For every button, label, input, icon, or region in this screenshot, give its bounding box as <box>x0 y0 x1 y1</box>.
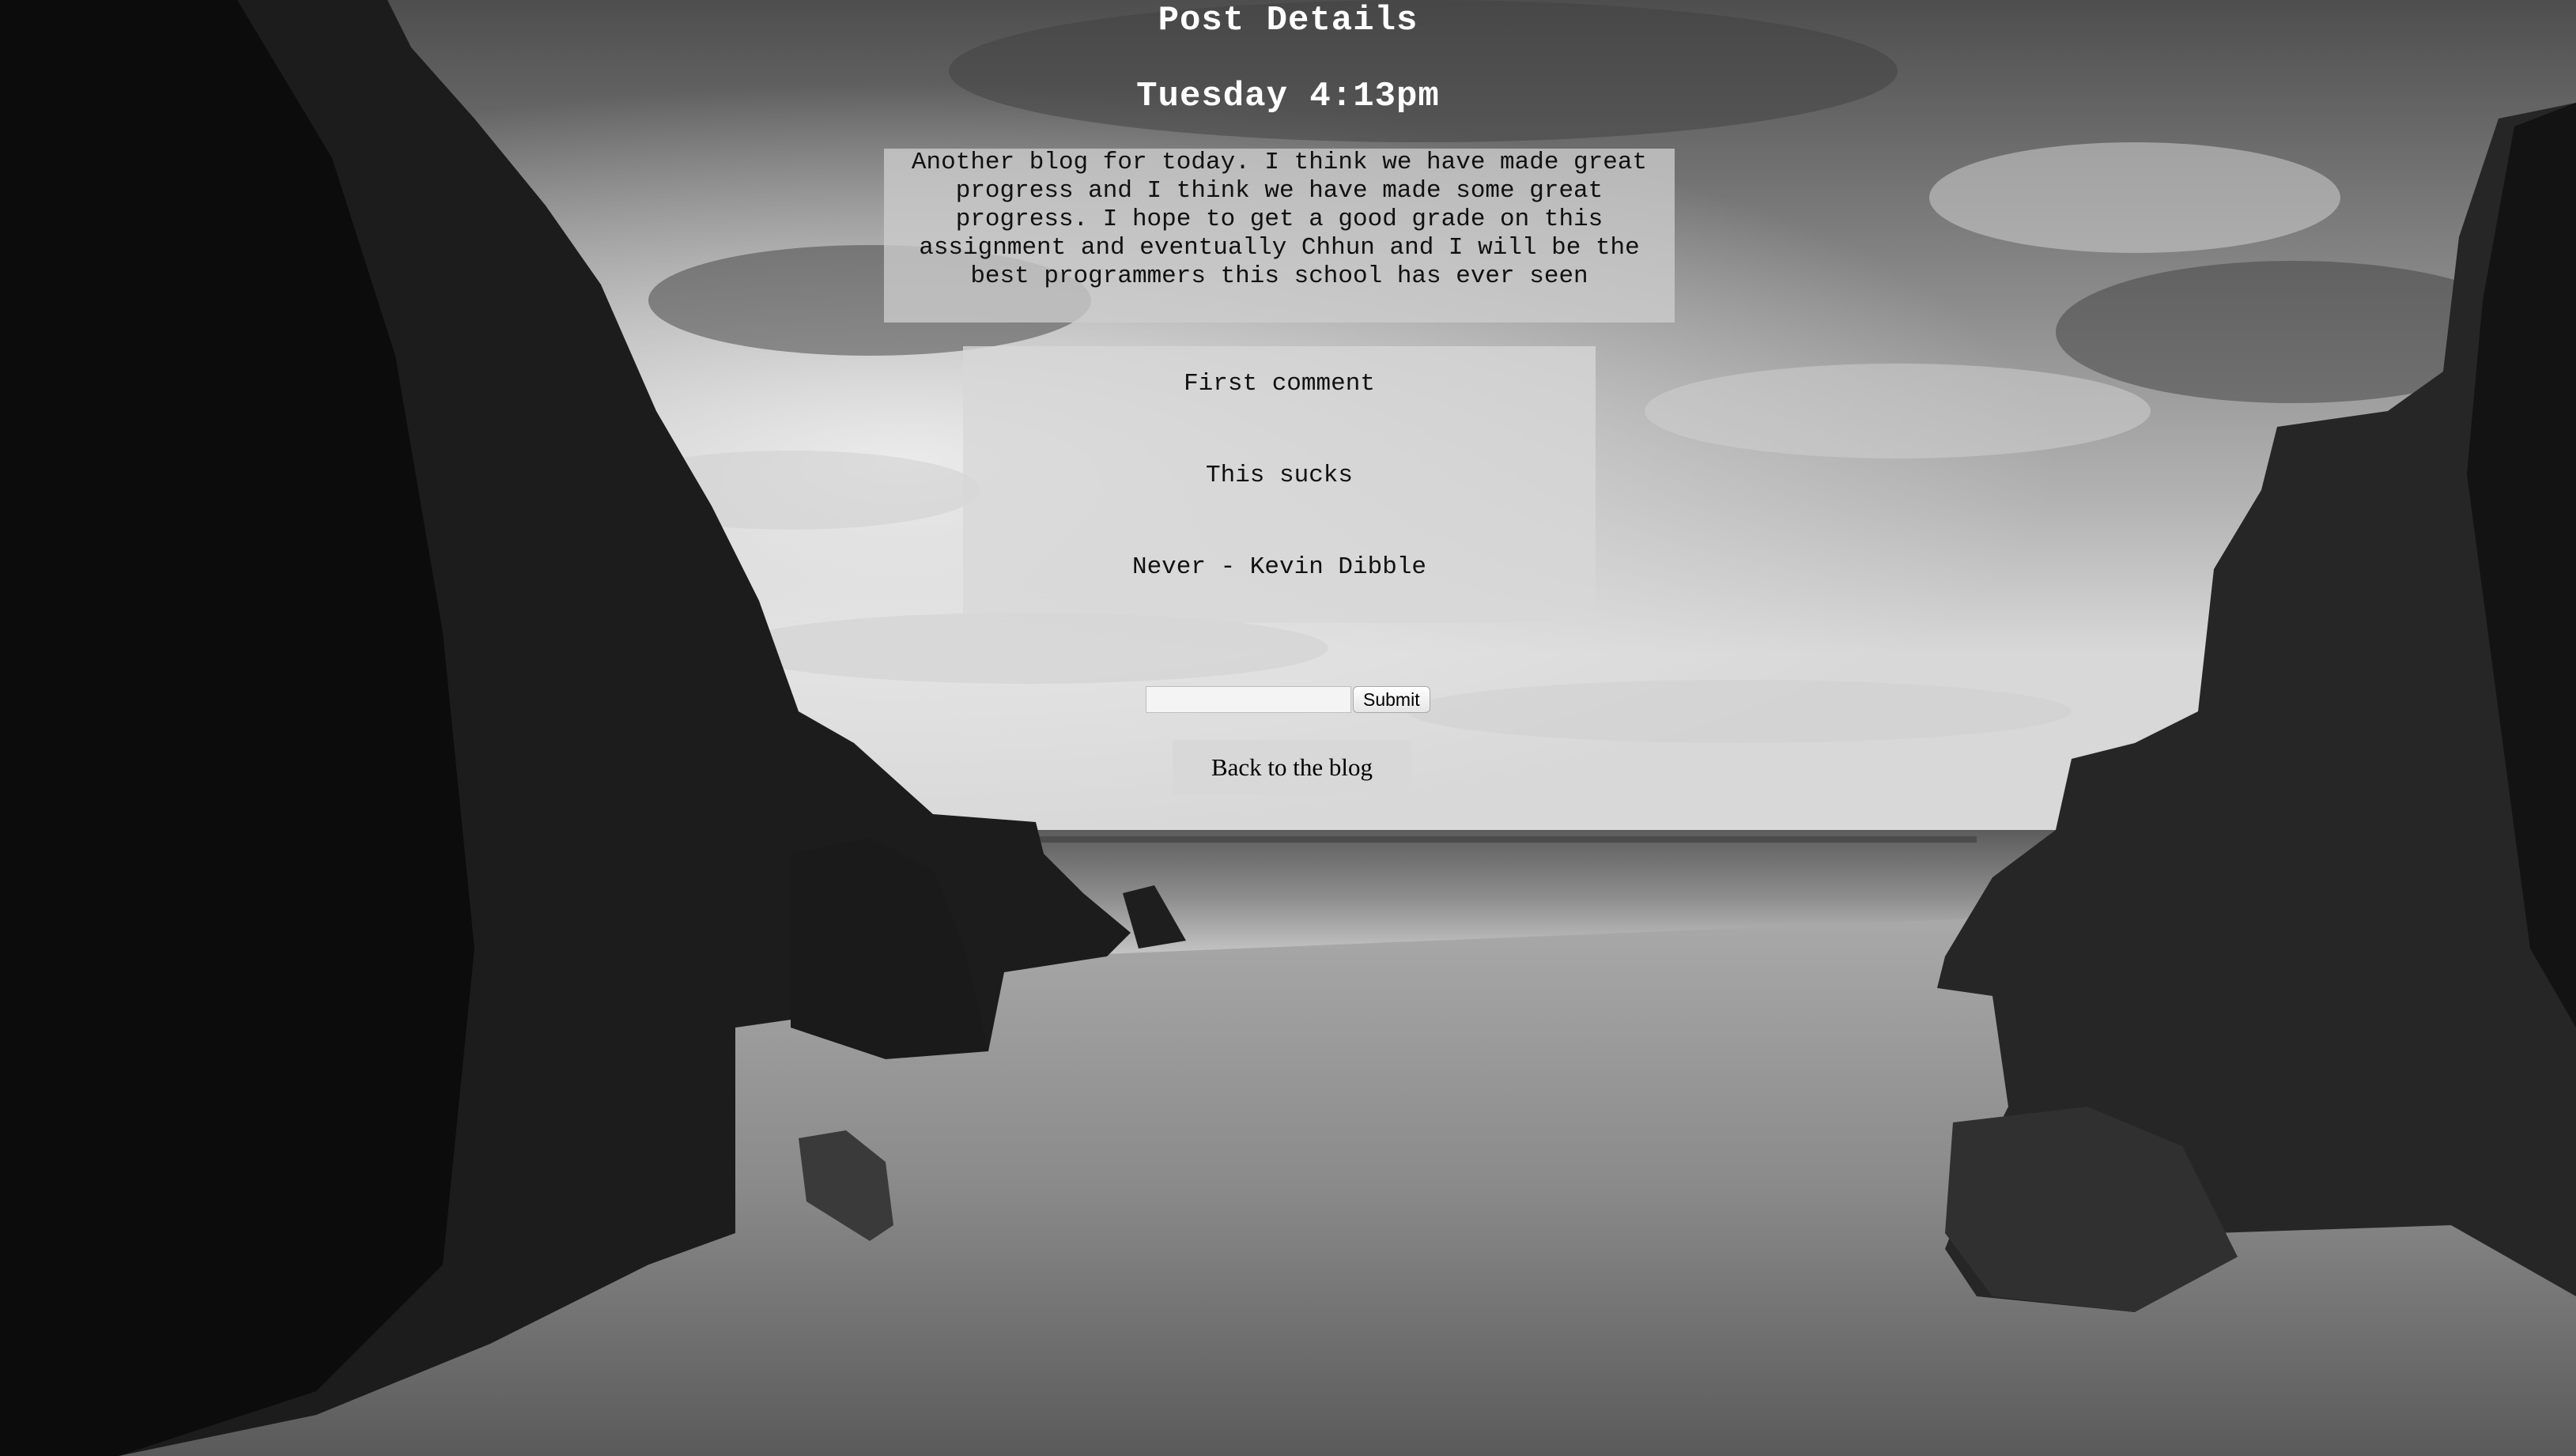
submit-button[interactable]: Submit <box>1353 686 1430 713</box>
comment-input[interactable] <box>1146 686 1351 713</box>
page-title: Post Details <box>1158 1 1418 40</box>
back-to-blog-link[interactable]: Back to the blog <box>1173 740 1411 795</box>
page-content: Post Details Tuesday 4:13pm Another blog… <box>0 0 2576 1456</box>
comments-box: First comment This sucks Never - Kevin D… <box>963 346 1596 623</box>
comment-item: First comment <box>1184 370 1375 398</box>
comment-item: Never - Kevin Dibble <box>1131 553 1427 581</box>
comment-form: Submit <box>1146 685 1430 715</box>
post-body-box: Another blog for today. I think we have … <box>884 149 1675 323</box>
comment-item: This sucks <box>1205 462 1354 489</box>
post-timestamp: Tuesday 4:13pm <box>1136 77 1440 116</box>
post-body-text: Another blog for today. I think we have … <box>911 149 1648 290</box>
